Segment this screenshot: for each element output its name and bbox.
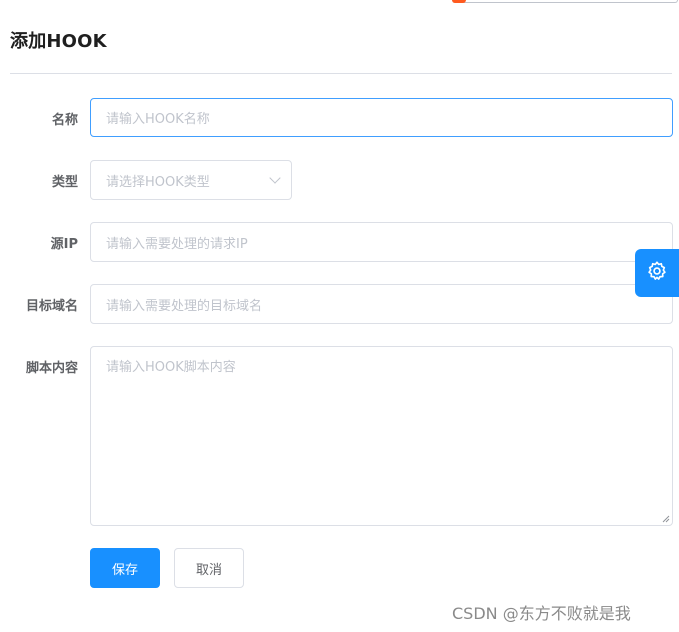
type-select-placeholder: 请选择HOOK类型	[106, 174, 210, 190]
page-title: 添加HOOK	[10, 31, 107, 52]
name-label: 名称	[51, 113, 78, 128]
top-edge-field-fragment	[452, 0, 678, 3]
script-label: 脚本内容	[25, 361, 78, 376]
top-edge-accent	[452, 0, 466, 3]
resize-handle-icon[interactable]	[662, 515, 670, 523]
cancel-button[interactable]: 取消	[174, 548, 244, 588]
name-input[interactable]: 请输入HOOK名称	[90, 98, 673, 137]
target-domain-label: 目标域名	[25, 299, 78, 314]
source-ip-label: 源IP	[50, 237, 78, 252]
name-input-placeholder: 请输入HOOK名称	[106, 112, 210, 127]
source-ip-input[interactable]: 请输入需要处理的请求IP	[90, 222, 673, 262]
target-domain-input[interactable]: 请输入需要处理的目标域名	[90, 284, 673, 324]
target-domain-input-placeholder: 请输入需要处理的目标域名	[106, 298, 263, 314]
page: 添加HOOK 名称 请输入HOOK名称 类型 请选择HOOK类型 源IP 请输入…	[0, 0, 679, 632]
type-select[interactable]: 请选择HOOK类型	[90, 160, 292, 200]
chevron-down-icon	[269, 172, 281, 184]
gear-icon	[646, 260, 668, 286]
source-ip-input-placeholder: 请输入需要处理的请求IP	[106, 236, 248, 252]
watermark: CSDN @东方不败就是我	[452, 604, 631, 623]
script-textarea-placeholder: 请输入HOOK脚本内容	[106, 360, 236, 375]
save-button[interactable]: 保存	[90, 548, 160, 588]
script-textarea[interactable]: 请输入HOOK脚本内容	[90, 346, 673, 526]
type-label: 类型	[51, 175, 78, 190]
settings-button[interactable]	[635, 249, 679, 297]
title-divider	[10, 73, 672, 74]
